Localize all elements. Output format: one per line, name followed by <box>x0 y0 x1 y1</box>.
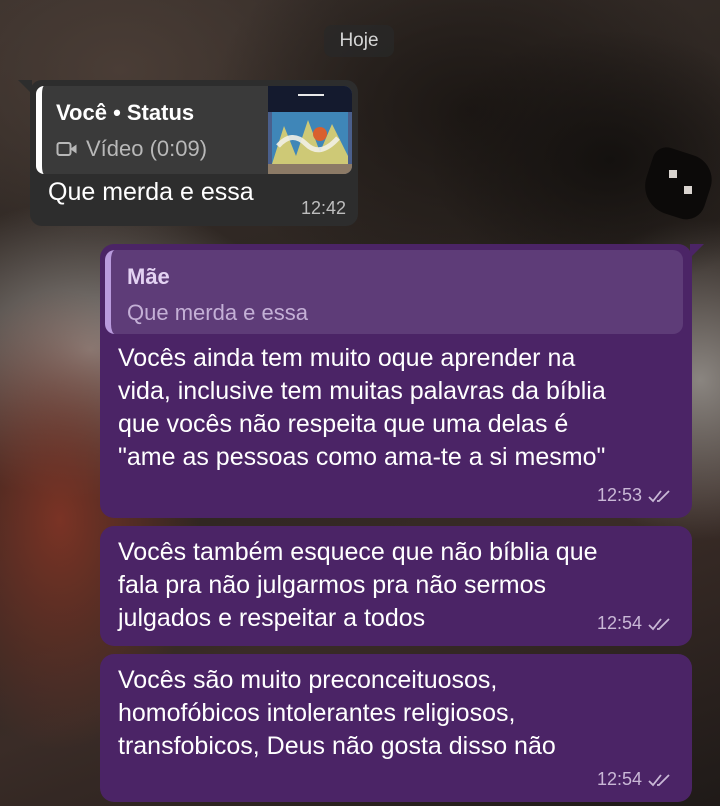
reply-quote[interactable]: Mãe Que merda e essa <box>105 250 683 334</box>
message-line: julgados e respeitar a todos <box>118 604 426 632</box>
message-time: 12:54 <box>596 613 642 633</box>
double-check-icon <box>648 488 674 504</box>
bubble-tail <box>18 80 32 94</box>
incoming-message[interactable]: Você • Status Vídeo (0:09) Que merda e e… <box>18 80 358 226</box>
video-camera-icon <box>56 141 78 157</box>
message-line: homofóbicos intolerantes religiosos, <box>118 699 516 727</box>
message-meta: 12:53 <box>597 485 674 506</box>
quote-media-label: Vídeo (0:09) <box>86 136 208 161</box>
message-text: Vocês ainda tem muito oque aprender na v… <box>118 342 678 474</box>
outgoing-message[interactable]: Vocês são muito preconceituosos, homofób… <box>100 654 692 802</box>
date-separator: Hoje <box>324 25 394 57</box>
quote-author: Você • Status <box>56 100 195 125</box>
message-time: 12:53 <box>596 485 642 505</box>
quote-media-line: Vídeo (0:09) <box>56 136 207 162</box>
outgoing-message[interactable]: Mãe Que merda e essa Vocês ainda tem mui… <box>100 244 704 518</box>
bubble-tail <box>690 244 704 258</box>
wallpaper-sticker <box>637 143 719 225</box>
message-meta: 12:54 <box>597 769 674 790</box>
message-line: Vocês são muito preconceituosos, <box>118 666 498 694</box>
message-line: vida, inclusive tem muitas palavras da b… <box>118 377 606 405</box>
message-line: Vocês ainda tem muito oque aprender na <box>118 344 576 372</box>
double-check-icon <box>648 772 674 788</box>
wallpaper-sticker-eye <box>684 186 692 194</box>
message-line: que vocês não respeita que uma delas é <box>118 410 569 438</box>
quote-snippet: Que merda e essa <box>127 300 308 325</box>
message-line: Vocês também esquece que não bíblia que <box>118 538 598 566</box>
message-line: fala pra não julgarmos pra não sermos <box>118 571 547 599</box>
message-line: transfobicos, Deus não gosta disso não <box>118 732 556 760</box>
status-video-thumbnail[interactable] <box>268 86 352 174</box>
quote-author: Mãe <box>127 264 170 289</box>
double-check-icon <box>648 616 674 632</box>
message-line: "ame as pessoas como ama-te a si mesmo" <box>118 443 606 471</box>
message-time: 12:42 <box>300 198 346 218</box>
message-text: Vocês também esquece que não bíblia que … <box>118 536 678 635</box>
status-reply-quote[interactable]: Você • Status Vídeo (0:09) <box>36 86 352 174</box>
message-meta: 12:54 <box>597 613 674 634</box>
message-text: Que merda e essa <box>48 178 254 206</box>
message-text: Vocês são muito preconceituosos, homofób… <box>118 664 678 763</box>
outgoing-message[interactable]: Vocês também esquece que não bíblia que … <box>100 526 692 646</box>
wallpaper-sticker-eye <box>669 170 677 178</box>
message-time: 12:54 <box>596 769 642 789</box>
